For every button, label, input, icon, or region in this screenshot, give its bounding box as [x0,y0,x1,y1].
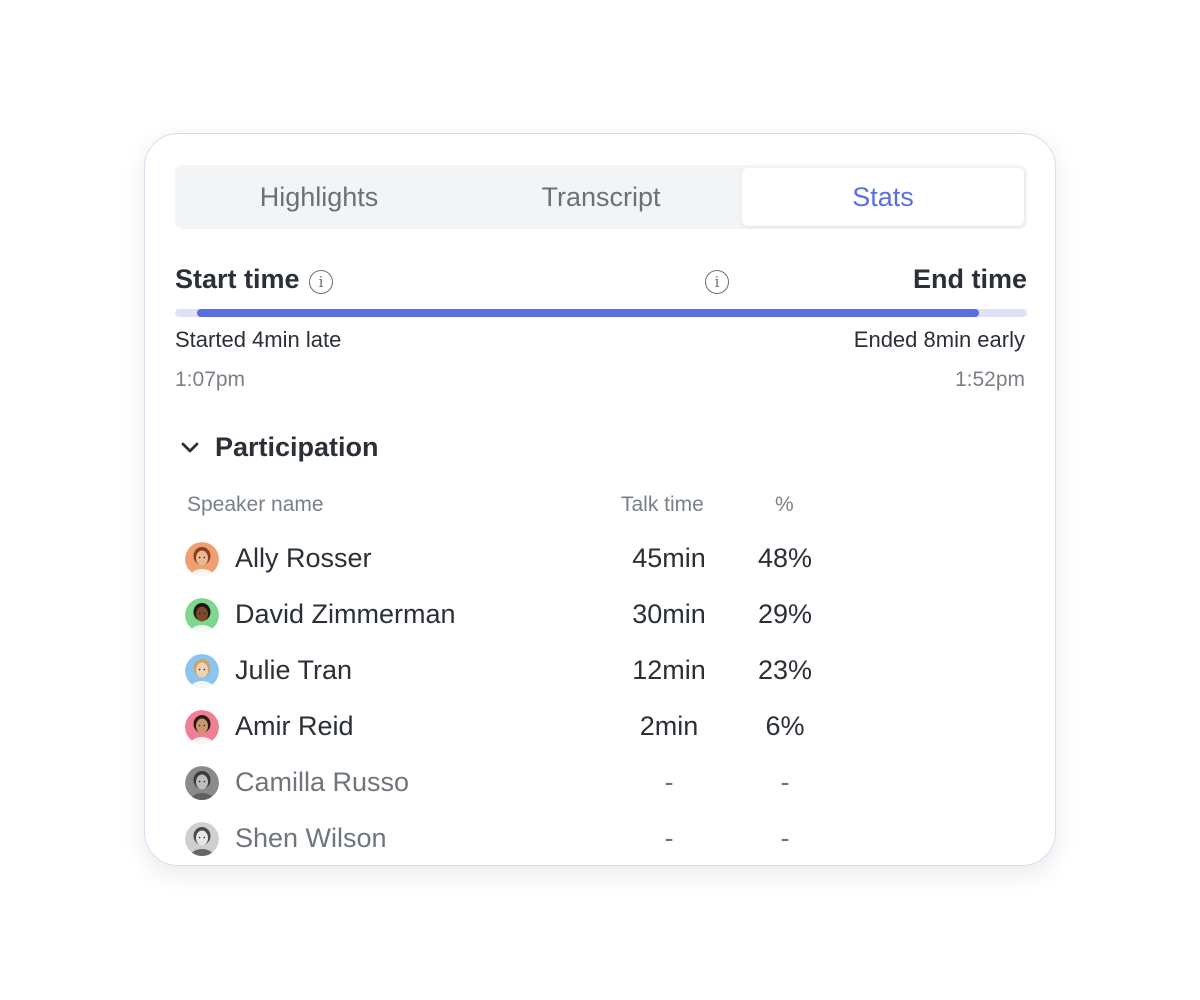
end-time-label: End time [912,264,1027,294]
participant-percent: 23% [757,655,813,685]
participant-percent: - [780,767,790,797]
participant-percent: 29% [757,599,813,629]
participant-talk-time: 2min [639,711,699,741]
participant-row[interactable]: Camilla Russo - - [185,762,985,802]
participant-row[interactable]: Ally Rosser 45min 48% [185,538,985,578]
participant-name: David Zimmerman [235,599,456,629]
participation-toggle[interactable]: Participation [179,432,379,463]
participant-percent: 6% [765,711,805,741]
participant-talk-time: 30min [632,599,706,629]
participant-name: Amir Reid [235,711,354,741]
tab-highlights[interactable]: Highlights [178,168,460,226]
participant-talk-time: - [664,767,674,797]
column-header-percent: % [775,493,794,516]
participant-percent: - [780,823,790,853]
participant-row[interactable]: Amir Reid 2min 6% [185,706,985,746]
participant-name: Julie Tran [235,655,353,685]
participant-percent: 48% [757,543,813,573]
tab-bar: Highlights Transcript Stats [175,165,1027,229]
end-status: Ended 8min early [853,327,1025,352]
meeting-timeline-track [175,309,1027,317]
meeting-timeline-fill [197,309,979,317]
chevron-down-icon [181,442,199,452]
column-header-talk-time: Talk time [621,493,704,516]
participant-row[interactable]: Shen Wilson - - [185,818,985,858]
tab-transcript[interactable]: Transcript [460,168,742,226]
meeting-stats-card: Highlights Transcript Stats Start time i… [144,133,1056,866]
start-time-info-icon[interactable]: i [309,270,333,294]
avatar [185,766,219,800]
avatar [185,710,219,744]
start-time-label: Start time [175,264,300,294]
end-time-value: 1:52pm [954,368,1025,391]
participant-talk-time: 45min [632,543,706,573]
participant-name: Shen Wilson [235,823,387,853]
participant-talk-time: 12min [632,655,706,685]
avatar [185,654,219,688]
participation-title: Participation [215,432,379,462]
participant-talk-time: - [664,823,674,853]
participant-name: Ally Rosser [235,543,372,573]
end-time-info-icon[interactable]: i [705,270,729,294]
start-status: Started 4min late [175,327,342,352]
participant-row[interactable]: Julie Tran 12min 23% [185,650,985,690]
avatar [185,598,219,632]
participant-name: Camilla Russo [235,767,410,797]
tab-stats[interactable]: Stats [742,168,1024,226]
column-header-speaker: Speaker name [187,493,324,516]
avatar [185,542,219,576]
start-time-value: 1:07pm [175,368,246,391]
participant-row[interactable]: David Zimmerman 30min 29% [185,594,985,634]
avatar [185,822,219,856]
timeline-header: Start time i i End time [175,264,1027,298]
